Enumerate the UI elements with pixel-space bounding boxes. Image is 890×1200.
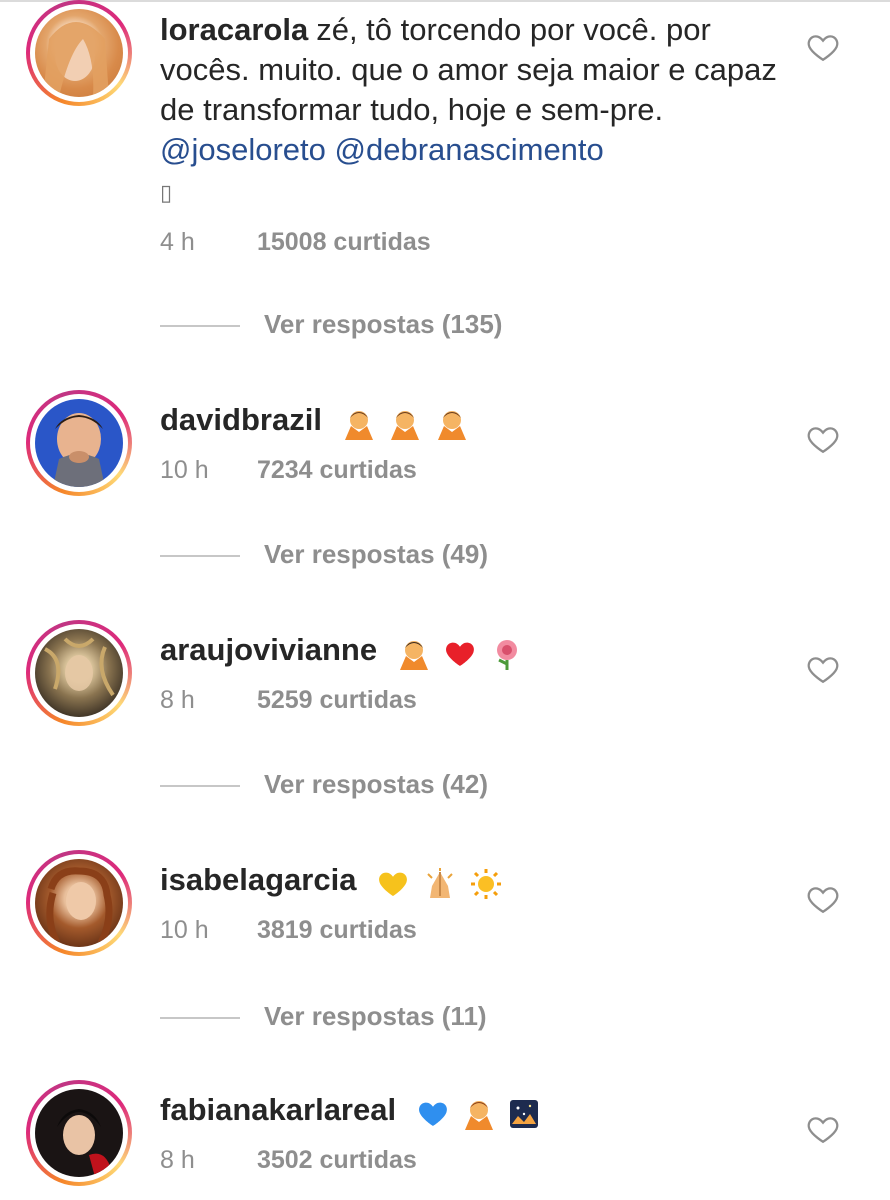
likes-count[interactable]: 3502 curtidas <box>257 1146 417 1174</box>
avatar[interactable] <box>26 390 132 496</box>
timestamp: 10 h <box>160 456 209 484</box>
username[interactable]: araujovivianne <box>160 632 377 667</box>
heart-icon[interactable] <box>806 882 840 916</box>
heart-icon[interactable] <box>806 652 840 686</box>
username[interactable]: isabelagarcia <box>160 862 356 897</box>
comment-meta: 10 h 3819 curtidas <box>160 916 417 945</box>
emoji-group <box>415 1092 542 1132</box>
comment-meta: 8 h 3502 curtidas <box>160 1146 417 1175</box>
avatar[interactable] <box>26 1080 132 1186</box>
likes-count[interactable]: 7234 curtidas <box>257 456 417 484</box>
username[interactable]: loracarola <box>160 12 308 47</box>
view-replies[interactable]: Ver respostas (49) <box>160 536 760 576</box>
comment-meta: 8 h 5259 curtidas <box>160 686 417 715</box>
rose-emoji <box>496 639 517 670</box>
view-replies-label[interactable]: Ver respostas (11) <box>264 1001 487 1032</box>
emoji-group <box>341 402 472 442</box>
view-replies[interactable]: Ver respostas (42) <box>160 766 760 806</box>
praying-hands-emoji <box>427 867 453 898</box>
comment-text: davidbrazil <box>160 400 780 442</box>
username[interactable]: davidbrazil <box>160 402 322 437</box>
comment-text: fabianakarlareal <box>160 1090 780 1132</box>
missing-glyph: ▯ <box>160 180 173 205</box>
avatar[interactable] <box>26 850 132 956</box>
person-gesturing-no-emoji <box>437 410 466 440</box>
person-gesturing-no-emoji <box>399 640 428 670</box>
mention-links[interactable]: @joseloreto @debranascimento <box>160 132 604 167</box>
comment-text: araujovivianne <box>160 630 780 672</box>
timestamp: 8 h <box>160 1146 195 1174</box>
view-replies[interactable]: Ver respostas (135) <box>160 306 760 346</box>
heart-icon[interactable] <box>806 1112 840 1146</box>
night-sky-emoji <box>509 1099 538 1128</box>
heart-icon[interactable] <box>806 422 840 456</box>
timestamp: 8 h <box>160 686 195 714</box>
likes-count[interactable]: 3819 curtidas <box>257 916 417 944</box>
comment-meta: 10 h 7234 curtidas <box>160 456 417 485</box>
avatar[interactable] <box>26 0 132 106</box>
comment-text: isabelagarcia <box>160 860 780 902</box>
view-replies-label[interactable]: Ver respostas (42) <box>264 769 488 800</box>
comment-text: loracarola zé, tô torcendo por você. por … <box>160 10 780 213</box>
sun-emoji <box>471 868 502 899</box>
person-gesturing-no-emoji <box>344 410 373 440</box>
heart-icon[interactable] <box>806 30 840 64</box>
person-gesturing-no-emoji <box>391 410 420 440</box>
view-replies[interactable]: Ver respostas (11) <box>160 998 760 1038</box>
replies-divider <box>160 1017 240 1019</box>
yellow-heart-emoji <box>379 872 408 896</box>
top-divider <box>0 0 890 2</box>
likes-count[interactable]: 5259 curtidas <box>257 686 417 714</box>
emoji-group <box>375 862 506 902</box>
replies-divider <box>160 555 240 557</box>
comment-meta: 4 h 15008 curtidas <box>160 228 431 257</box>
replies-divider <box>160 325 240 327</box>
view-replies-label[interactable]: Ver respostas (49) <box>264 539 488 570</box>
timestamp: 10 h <box>160 916 209 944</box>
timestamp: 4 h <box>160 228 195 256</box>
username[interactable]: fabianakarlareal <box>160 1092 396 1127</box>
likes-count[interactable]: 15008 curtidas <box>257 228 431 256</box>
person-gesturing-no-emoji <box>465 1100 494 1130</box>
red-heart-emoji <box>446 642 475 666</box>
view-replies-label[interactable]: Ver respostas (135) <box>264 309 502 340</box>
emoji-group <box>396 632 527 672</box>
blue-heart-emoji <box>418 1102 447 1126</box>
replies-divider <box>160 785 240 787</box>
avatar[interactable] <box>26 620 132 726</box>
